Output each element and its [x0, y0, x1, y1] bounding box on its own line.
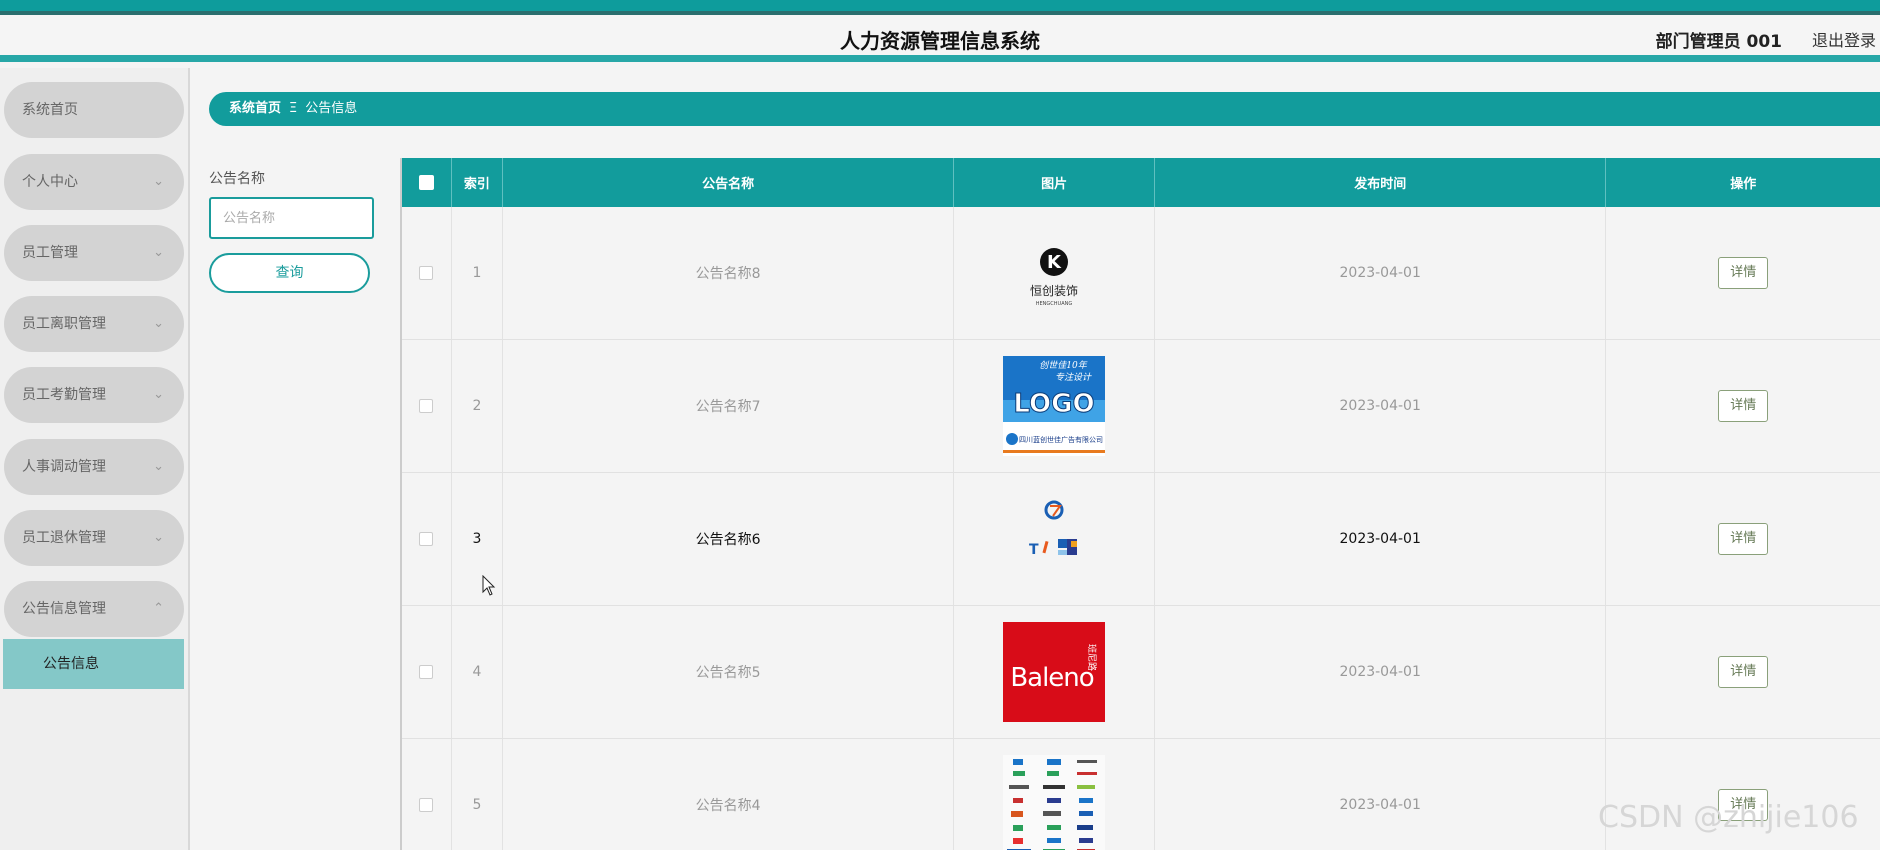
sidebar-item-label: 系统首页 — [22, 102, 78, 118]
row-index: 4 — [452, 606, 503, 738]
row-name: 公告名称4 — [503, 739, 955, 850]
row-index: 2 — [452, 340, 503, 472]
chevron-down-icon: ⌄ — [153, 530, 164, 545]
column-header-index: 索引 — [452, 158, 503, 207]
sidebar-item-label: 员工离职管理 — [22, 316, 106, 332]
sidebar-item-announcement-management[interactable]: 公告信息管理 ⌃ — [4, 581, 184, 637]
sidebar-item-home[interactable]: 系统首页 — [4, 82, 184, 138]
select-all-checkbox[interactable] — [402, 158, 452, 207]
watermark: CSDN @zhijie106 — [1598, 800, 1859, 835]
row-checkbox[interactable] — [419, 532, 434, 546]
sidebar-item-transfer-management[interactable]: 人事调动管理 ⌄ — [4, 439, 184, 495]
baleno-logo-subtext: 班尼路 — [1086, 644, 1098, 671]
row-time: 2023-04-01 — [1155, 739, 1607, 850]
table-header: 索引 公告名称 图片 发布时间 操作 — [402, 158, 1880, 207]
logo-design-top-text-2: 专注设计 — [1055, 372, 1092, 383]
sidebar-item-label: 员工管理 — [22, 245, 78, 261]
app-header: 人力资源管理信息系统 部门管理员 001 退出登录 — [0, 15, 1880, 62]
row-name: 公告名称7 — [503, 340, 955, 472]
row-name: 公告名称8 — [503, 207, 955, 339]
baleno-logo-text: Baleno — [1010, 663, 1093, 693]
column-header-image: 图片 — [954, 158, 1155, 207]
breadcrumb-separator-icon: Ξ — [289, 101, 298, 116]
baleno-logo-icon: Baleno 班尼路 — [1003, 622, 1106, 722]
query-button[interactable]: 查询 — [209, 253, 370, 293]
chevron-down-icon: ⌄ — [153, 387, 164, 402]
sidebar-item-attendance-management[interactable]: 员工考勤管理 ⌄ — [4, 367, 184, 423]
detail-button[interactable]: 详情 — [1718, 656, 1769, 688]
table-row: 1 公告名称8 K 恒创装饰 HENGCHUANG 2023-04-01 详情 — [402, 207, 1880, 340]
table-row: 4 公告名称5 Baleno 班尼路 2023-04-01 详情 — [402, 606, 1880, 739]
app-title: 人力资源管理信息系统 — [840, 29, 1040, 53]
sidebar-item-label: 人事调动管理 — [22, 459, 106, 475]
table-row: 3 公告名称6 T 2023-04-01 详情 — [402, 473, 1880, 606]
row-time: 2023-04-01 — [1155, 473, 1607, 605]
announcement-name-search-input[interactable] — [209, 197, 374, 239]
row-index: 5 — [452, 739, 503, 850]
sidebar-item-label: 员工考勤管理 — [22, 387, 106, 403]
sidebar-item-personal-center[interactable]: 个人中心 ⌄ — [4, 154, 184, 210]
row-time: 2023-04-01 — [1155, 207, 1607, 339]
column-header-name: 公告名称 — [503, 158, 955, 207]
hengchuang-logo-icon: K 恒创装饰 HENGCHUANG — [1003, 223, 1105, 323]
row-checkbox[interactable] — [419, 266, 434, 280]
sidebar-item-label: 员工退休管理 — [22, 530, 106, 546]
hengchuang-logo-letter: K — [1047, 252, 1062, 273]
row-checkbox[interactable] — [419, 665, 434, 679]
sidebar-subitem-announcements[interactable]: 公告信息 — [3, 639, 184, 689]
row-index: 1 — [452, 207, 503, 339]
announcement-table: 索引 公告名称 图片 发布时间 操作 1 公告名称8 K 恒创装饰 HENGCH… — [400, 158, 1880, 850]
breadcrumb-current: 公告信息 — [305, 101, 358, 116]
table-row: 2 公告名称7 创世佳10年 专注设计 LOGO 四川蓝创世佳广告有限公司 20… — [402, 340, 1880, 473]
logo-collection-icon — [1003, 755, 1106, 850]
row-name: 公告名称5 — [503, 606, 955, 738]
breadcrumb-home[interactable]: 系统首页 — [229, 101, 281, 116]
hengchuang-logo-subtext: HENGCHUANG — [1036, 301, 1073, 307]
logo-design-icon: 创世佳10年 专注设计 LOGO 四川蓝创世佳广告有限公司 — [1003, 356, 1106, 456]
chevron-down-icon: ⌄ — [153, 459, 164, 474]
hengchuang-logo-text: 恒创装饰 — [1030, 284, 1078, 298]
row-checkbox[interactable] — [419, 798, 434, 812]
top-accent-bar — [0, 0, 1880, 15]
filter-label: 公告名称 — [209, 171, 265, 187]
detail-button[interactable]: 详情 — [1718, 390, 1769, 422]
column-header-time: 发布时间 — [1155, 158, 1607, 207]
row-time: 2023-04-01 — [1155, 340, 1607, 472]
sidebar-item-retirement-management[interactable]: 员工退休管理 ⌄ — [4, 510, 184, 566]
current-user-label: 部门管理员 001 — [1655, 32, 1782, 52]
detail-button[interactable]: 详情 — [1718, 523, 1769, 555]
chevron-down-icon: ⌄ — [153, 245, 164, 260]
row-checkbox[interactable] — [419, 399, 434, 413]
logo-design-company-text: 四川蓝创世佳广告有限公司 — [1019, 435, 1103, 444]
row-time: 2023-04-01 — [1155, 606, 1607, 738]
detail-button[interactable]: 详情 — [1718, 257, 1769, 289]
sidebar-item-resignation-management[interactable]: 员工离职管理 ⌄ — [4, 296, 184, 352]
mouse-cursor-icon — [482, 575, 496, 596]
letter-logo-t: T — [1029, 542, 1039, 558]
chevron-down-icon: ⌄ — [153, 174, 164, 189]
logo-design-main-text: LOGO — [1014, 389, 1095, 419]
chevron-down-icon: ⌄ — [153, 316, 164, 331]
column-header-action: 操作 — [1730, 177, 1757, 192]
sidebar-item-label: 个人中心 — [22, 174, 78, 190]
sidebar-item-employee-management[interactable]: 员工管理 ⌄ — [4, 225, 184, 281]
letter-logos-icon: T — [1003, 489, 1105, 589]
breadcrumb: 系统首页 Ξ 公告信息 — [209, 92, 1880, 126]
chevron-up-icon: ⌃ — [153, 601, 164, 616]
sidebar-item-label: 公告信息管理 — [22, 601, 106, 617]
logout-button[interactable]: 退出登录 — [1812, 27, 1876, 51]
logo-design-top-text: 创世佳10年 — [1039, 360, 1087, 371]
sidebar: 系统首页 个人中心 ⌄ 员工管理 ⌄ 员工离职管理 ⌄ 员工考勤管理 ⌄ 人事调动管理 ⌄… — [0, 68, 190, 850]
row-name: 公告名称6 — [503, 473, 955, 605]
